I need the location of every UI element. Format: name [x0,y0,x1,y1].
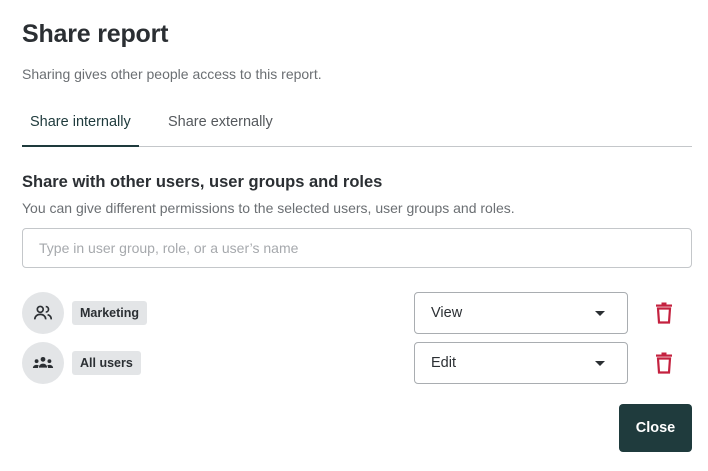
trash-icon[interactable] [652,351,676,375]
permission-select[interactable]: Edit [414,342,628,384]
avatar [22,292,64,334]
recipient-chip: All users [72,351,141,375]
dialog-title: Share report [22,20,169,48]
share-row-marketing: Marketing View [22,292,692,334]
chevron-down-icon [595,361,605,366]
permission-select[interactable]: View [414,292,628,334]
tab-bar: Share internally Share externally [22,104,692,147]
avatar [22,342,64,384]
trash-icon[interactable] [652,301,676,325]
users-group-icon [32,356,54,369]
share-report-dialog: Share report Sharing gives other people … [0,0,708,471]
recipient-chip: Marketing [72,301,148,325]
dialog-subtitle: Sharing gives other people access to thi… [22,66,322,82]
tab-share-externally[interactable]: Share externally [160,104,281,147]
share-row-all-users: All users Edit [22,342,692,384]
permission-value: View [431,305,463,321]
section-description: You can give different permissions to th… [22,200,515,216]
users-icon [33,305,53,320]
close-button[interactable]: Close [619,404,692,452]
chevron-down-icon [595,311,605,316]
tab-share-internally[interactable]: Share internally [22,104,139,147]
section-title: Share with other users, user groups and … [22,173,383,191]
permission-value: Edit [431,355,456,371]
share-search-input[interactable] [22,228,692,268]
